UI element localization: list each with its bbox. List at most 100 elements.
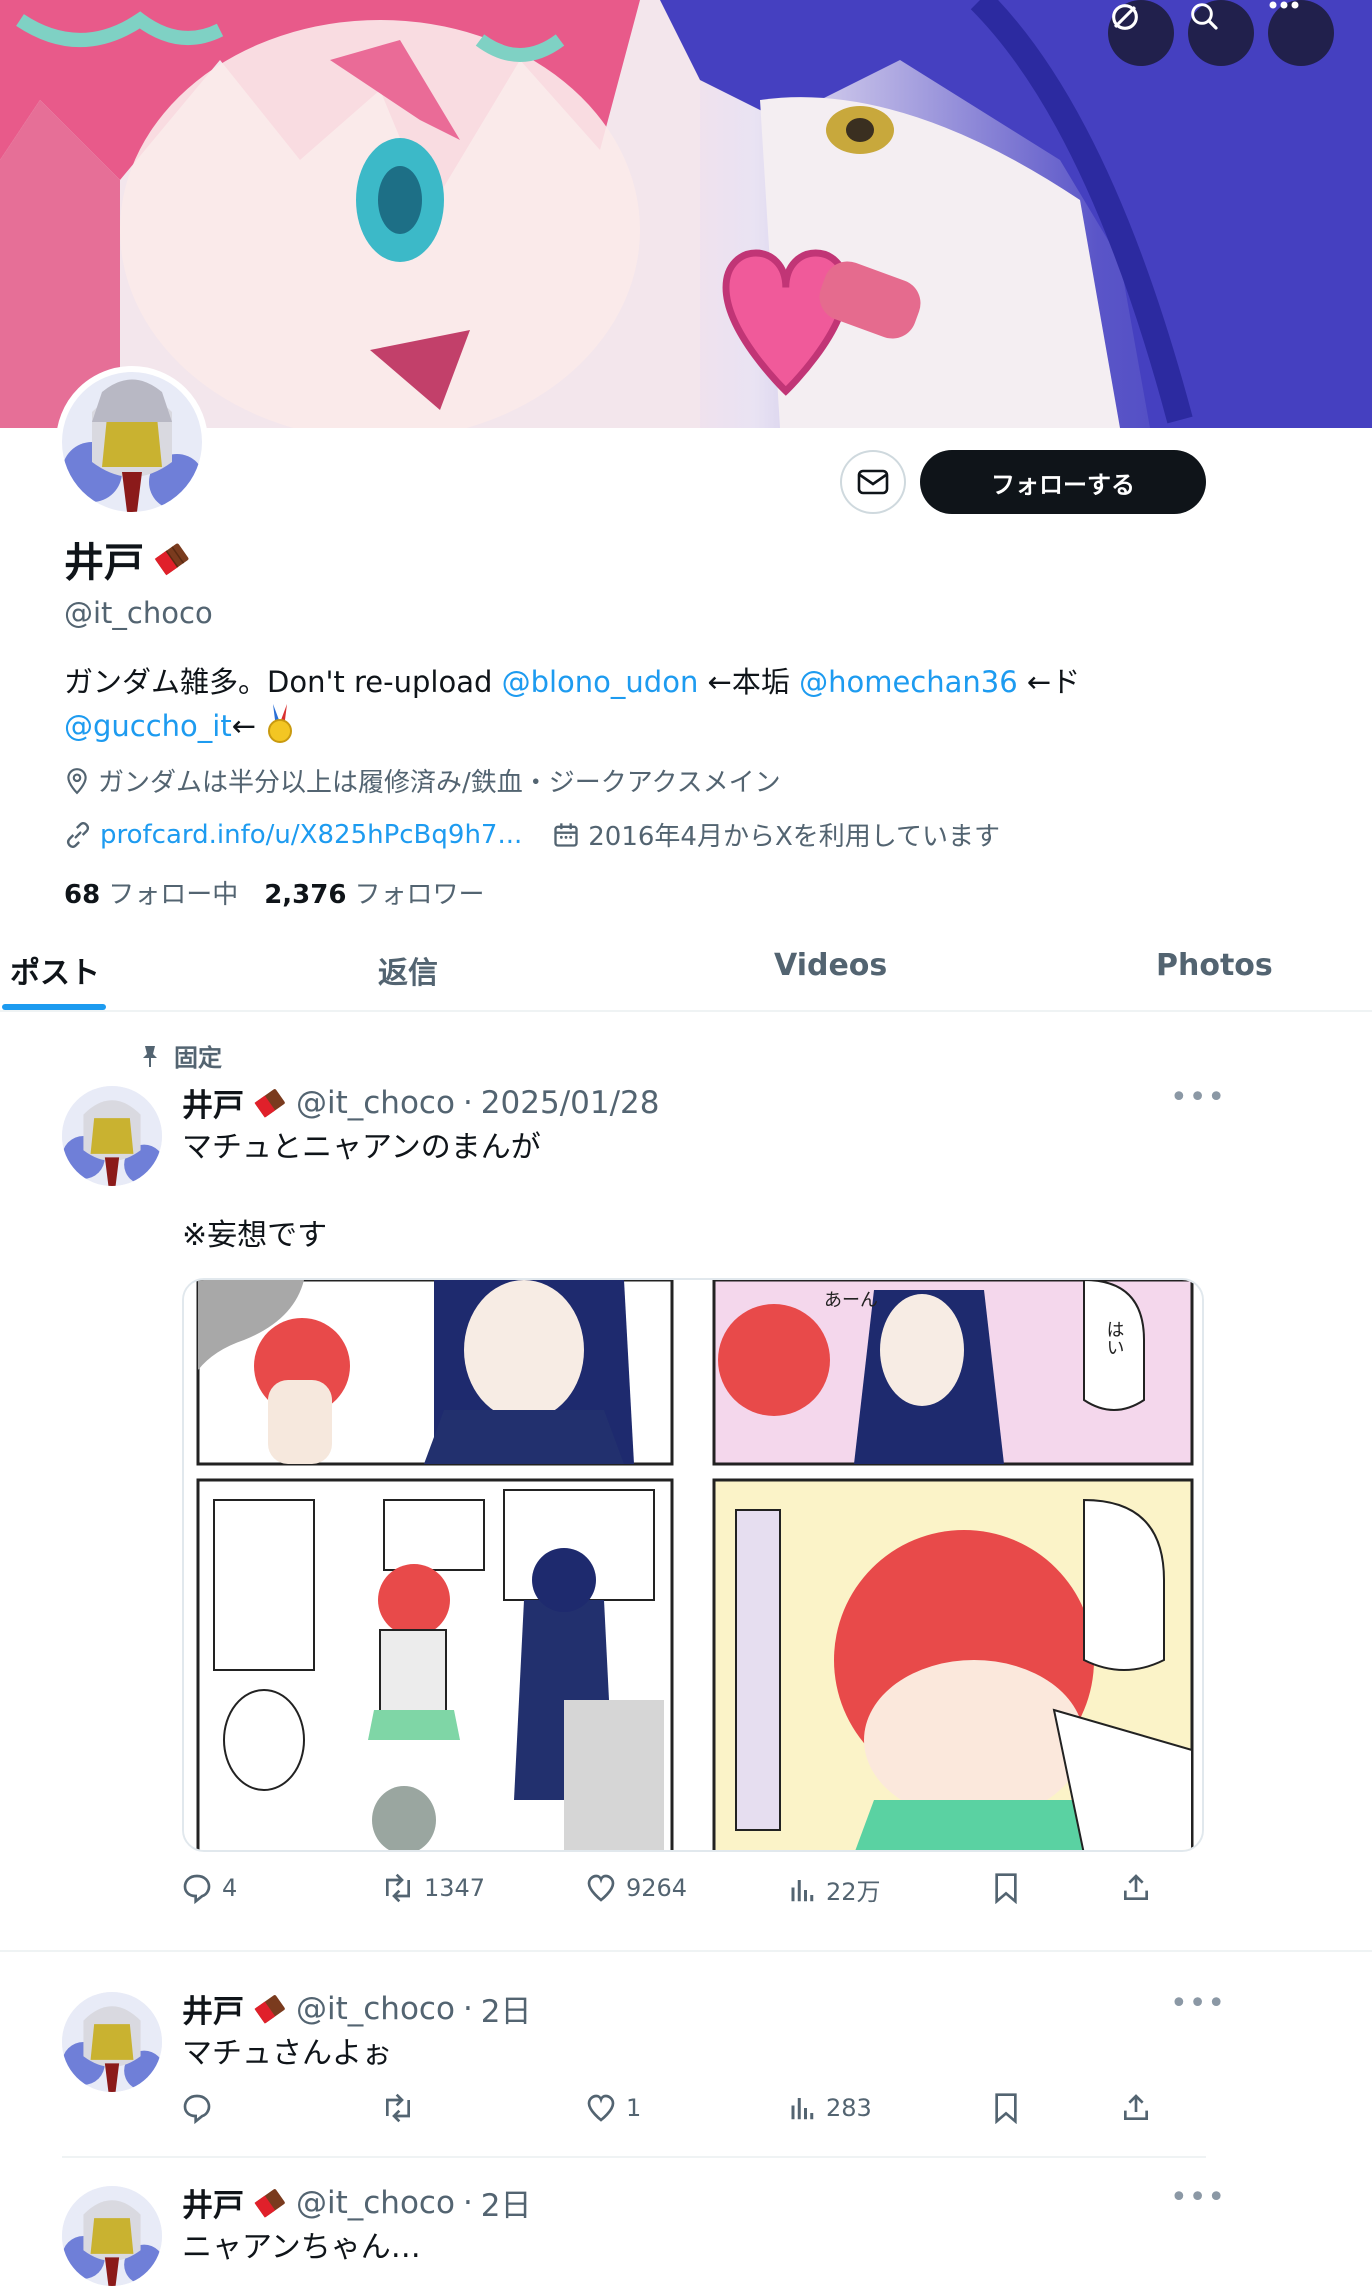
post-author-name[interactable]: 井戸 — [182, 2180, 244, 2225]
bookmark-icon — [995, 1873, 1017, 1904]
views-button[interactable]: 22万 — [788, 1872, 881, 1907]
post-separator: · — [462, 2184, 473, 2221]
repost-button[interactable]: 1347 — [380, 1872, 485, 1904]
reply-button[interactable] — [180, 2092, 214, 2124]
post-text: マチュとニャアンのまんが ※妄想です — [182, 1130, 541, 1253]
followers-link[interactable]: 2,376 フォロワー — [264, 874, 484, 911]
banner-artwork — [0, 0, 1372, 428]
tab-replies[interactable]: 返信 — [378, 948, 438, 992]
post-avatar[interactable] — [62, 1992, 162, 2092]
following-count: 68 — [64, 880, 101, 910]
share-icon — [1124, 1874, 1148, 1900]
post-separator: · — [462, 1990, 473, 2027]
post-date[interactable]: 2日 — [481, 1986, 532, 2031]
tab-videos[interactable]: Videos — [774, 948, 887, 983]
post-author-handle[interactable]: @it_choco — [296, 1085, 455, 1121]
post-actions: 4 1347 9264 22万 — [180, 1872, 1180, 1912]
post-text: マチュさんよぉ — [182, 2036, 392, 2071]
bookmark-button[interactable] — [992, 2092, 1020, 2124]
post-avatar[interactable] — [62, 2186, 162, 2286]
post-more-button[interactable]: ••• — [1170, 2180, 1226, 2215]
post-author-name[interactable]: 井戸 — [182, 1080, 244, 1125]
profile-name: 井戸 — [64, 530, 192, 588]
followers-count: 2,376 — [264, 880, 347, 910]
repost-icon — [386, 2093, 410, 2123]
post-date[interactable]: 2025/01/28 — [481, 1085, 660, 1121]
chocolate-emoji-icon — [254, 1088, 285, 1118]
more-icon — [1269, 1, 1299, 9]
post-author-handle[interactable]: @it_choco — [296, 2185, 455, 2221]
repost-icon — [386, 1873, 410, 1903]
search-button[interactable] — [1188, 0, 1254, 66]
heart-icon — [587, 1874, 615, 1902]
profile-location: ガンダムは半分以上は履修済み/鉄血・ジークアクスメイン — [64, 762, 781, 799]
location-pin-icon — [67, 767, 87, 794]
post-header: 井戸 @it_choco · 2日 — [182, 1986, 532, 2031]
post-header: 井戸 @it_choco · 2025/01/28 — [182, 1080, 659, 1125]
bio-text-4: ← — [231, 709, 257, 743]
message-button[interactable] — [840, 450, 906, 514]
reply-button[interactable]: 4 — [180, 1872, 237, 1904]
location-text: ガンダムは半分以上は履修済み/鉄血・ジークアクスメイン — [98, 768, 781, 798]
share-button[interactable] — [1120, 2092, 1152, 2124]
views-chart-icon — [791, 2098, 814, 2120]
views-count: 283 — [826, 2094, 872, 2122]
post-header: 井戸 @it_choco · 2日 — [182, 2180, 532, 2225]
post-actions: 1 283 — [180, 2092, 1180, 2132]
post-author-name[interactable]: 井戸 — [182, 1986, 244, 2031]
bio-mention-guccho[interactable]: @guccho_it — [64, 709, 232, 743]
followers-label: フォロワー — [354, 880, 485, 910]
post-avatar[interactable] — [62, 1086, 162, 1186]
like-button[interactable]: 1 — [584, 2092, 641, 2124]
comic-bubble-text: あーん — [824, 1290, 878, 1311]
tab-posts[interactable]: ポスト — [10, 948, 100, 992]
repost-count: 1347 — [424, 1874, 486, 1902]
refresh-icon — [1112, 4, 1138, 30]
chocolate-emoji-icon — [254, 2188, 285, 2218]
repost-button[interactable] — [380, 2092, 416, 2124]
profile-bio: ガンダム雑多。Don't re-upload @blono_udon ←本垢 @… — [64, 660, 1304, 748]
avatar-image — [62, 1992, 162, 2092]
avatar-image — [62, 1086, 162, 1186]
post-more-button[interactable]: ••• — [1170, 1986, 1226, 2021]
bookmark-button[interactable] — [992, 1872, 1020, 1904]
bio-mention-homechan[interactable]: @homechan36 — [799, 665, 1018, 699]
follow-button[interactable]: フォローする — [920, 450, 1206, 514]
more-button[interactable] — [1268, 0, 1334, 66]
post-text: ニャアンちゃん… — [182, 2230, 421, 2265]
post-separator: · — [462, 1084, 473, 1121]
heart-icon — [587, 2094, 615, 2122]
post-divider — [0, 1950, 1372, 1952]
profile-banner[interactable] — [0, 0, 1372, 428]
post-image-comic[interactable]: はい あーん — [182, 1278, 1204, 1852]
reply-count: 4 — [222, 1874, 238, 1902]
refresh-button[interactable] — [1108, 0, 1174, 66]
share-button[interactable] — [1120, 1872, 1152, 1904]
like-button[interactable]: 9264 — [584, 1872, 687, 1904]
following-link[interactable]: 68 フォロー中 — [64, 874, 238, 911]
profile-tabs: ポスト 返信 Videos Photos — [0, 930, 1372, 1012]
thread-divider — [62, 2156, 1206, 2158]
medal-emoji-icon — [268, 704, 293, 743]
comic-artwork: はい あーん — [184, 1280, 1202, 1850]
profile-handle: @it_choco — [64, 596, 213, 630]
website-link[interactable]: profcard.info/u/X825hPcBq9h7... — [100, 820, 522, 850]
bio-mention-blono[interactable]: @blono_udon — [502, 665, 699, 699]
chocolate-emoji-icon — [254, 1994, 285, 2024]
profile-name-text: 井戸 — [64, 540, 144, 586]
profile-meta-row: profcard.info/u/X825hPcBq9h7... 2016年4月か… — [64, 816, 1000, 853]
tab-photos[interactable]: Photos — [1156, 948, 1273, 983]
bio-text-1: ガンダム雑多。Don't re-upload — [64, 665, 502, 699]
reply-icon — [183, 2094, 211, 2124]
reply-icon — [183, 1874, 211, 1904]
views-button[interactable]: 283 — [788, 2092, 872, 2124]
post-date[interactable]: 2日 — [481, 2180, 532, 2225]
share-icon — [1124, 2094, 1148, 2120]
views-count: 22万 — [826, 1878, 881, 1906]
mail-icon — [857, 469, 889, 495]
post-author-handle[interactable]: @it_choco — [296, 1991, 455, 2027]
post-more-button[interactable]: ••• — [1170, 1080, 1226, 1115]
profile-avatar[interactable] — [56, 366, 208, 518]
following-label: フォロー中 — [108, 880, 239, 910]
avatar-image — [62, 2186, 162, 2286]
